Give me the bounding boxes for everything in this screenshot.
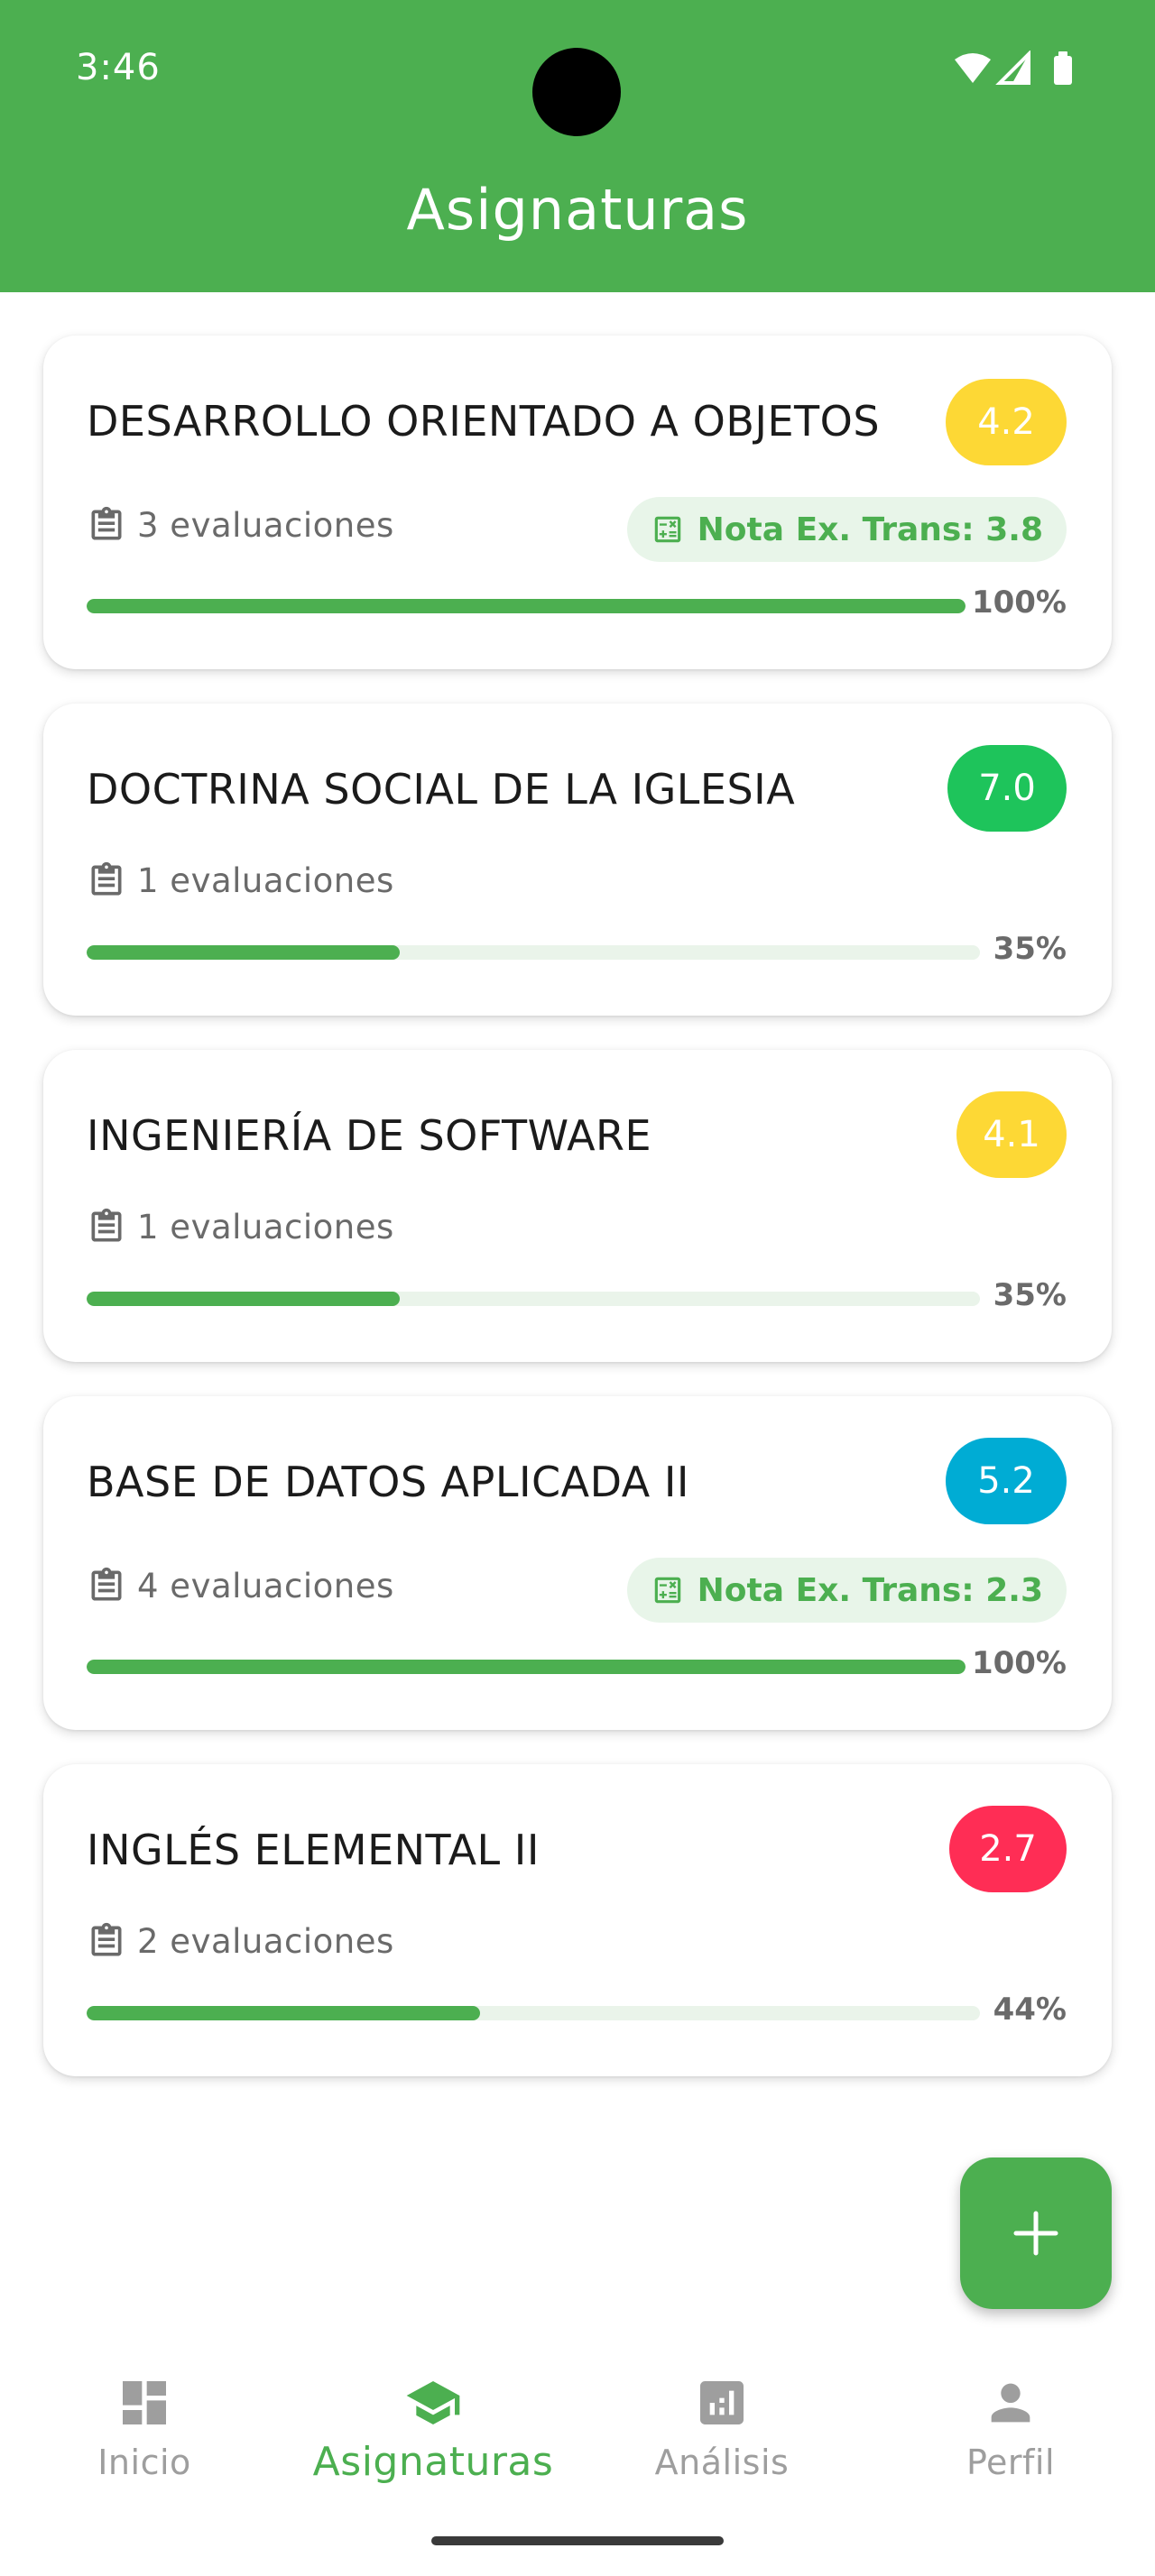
home-indicator[interactable] [431, 2536, 724, 2545]
nav-item-perfil[interactable]: Perfil [866, 2374, 1155, 2518]
dashboard-icon [123, 2381, 166, 2424]
subject-name: DESARROLLO ORIENTADO A OBJETOS [87, 397, 881, 446]
grade-badge: 2.7 [949, 1806, 1067, 1892]
evaluations-count: 1 evaluaciones [87, 860, 394, 900]
subject-card[interactable]: INGENIERÍA DE SOFTWARE 4.1 1 evaluacione… [43, 1050, 1112, 1362]
clipboard-icon [91, 1567, 122, 1601]
progress-fill [87, 2006, 480, 2020]
evaluations-label: 4 evaluaciones [137, 1566, 394, 1605]
battery-icon [1054, 56, 1072, 85]
school-icon [406, 2381, 460, 2424]
grade-badge: 5.2 [946, 1438, 1067, 1524]
wifi-icon [955, 53, 991, 83]
calculator-icon [654, 1577, 680, 1604]
subject-card[interactable]: INGLÉS ELEMENTAL II 2.7 2 evaluaciones 4… [43, 1764, 1112, 2076]
nav-label: Perfil [966, 2443, 1056, 2482]
evaluations-count: 3 evaluaciones [87, 505, 394, 545]
progress-percent: 100% [971, 584, 1067, 621]
nav-label: Análisis [654, 2443, 790, 2482]
grade-badge: 4.1 [956, 1091, 1067, 1178]
progress-bar [87, 1292, 980, 1306]
clipboard-icon [91, 1208, 122, 1242]
clipboard-icon [91, 506, 122, 540]
clipboard-icon [91, 861, 122, 896]
page-title: Asignaturas [406, 177, 749, 243]
analytics-icon [700, 2381, 744, 2424]
grade-badge: 4.2 [946, 379, 1067, 465]
progress-percent: 35% [993, 1277, 1067, 1313]
transition-grade-chip: Nota Ex. Trans: 3.8 [626, 497, 1067, 562]
subject-name: BASE DE DATOS APLICADA II [87, 1458, 689, 1506]
grade-badge: 7.0 [947, 745, 1067, 832]
progress-percent: 100% [971, 1645, 1067, 1681]
progress-fill [87, 945, 400, 960]
subject-name: DOCTRINA SOCIAL DE LA IGLESIA [87, 765, 796, 814]
subject-card[interactable]: DOCTRINA SOCIAL DE LA IGLESIA 7.0 1 eval… [43, 704, 1112, 1016]
status-time: 3:46 [76, 47, 161, 88]
transition-grade-label: Nota Ex. Trans: 3.8 [697, 511, 1043, 548]
progress-bar [87, 2006, 980, 2020]
subject-card[interactable]: BASE DE DATOS APLICADA II 5.2 4 evaluaci… [43, 1396, 1112, 1730]
nav-label: Inicio [97, 2443, 191, 2482]
progress-fill [87, 1292, 400, 1306]
subject-name: INGLÉS ELEMENTAL II [87, 1826, 540, 1874]
progress-percent: 44% [993, 1992, 1067, 2028]
status-icons [955, 51, 1072, 85]
progress-bar [87, 945, 980, 960]
evaluations-count: 2 evaluaciones [87, 1921, 394, 1961]
evaluations-label: 3 evaluaciones [137, 505, 394, 545]
evaluations-label: 2 evaluaciones [137, 1921, 394, 1961]
progress-fill [87, 599, 966, 613]
progress-fill [87, 1660, 966, 1674]
camera-cutout [532, 48, 621, 136]
progress-percent: 35% [993, 931, 1067, 967]
nav-item-inicio[interactable]: Inicio [0, 2374, 289, 2518]
app-bar: 3:46 Asignaturas [0, 0, 1155, 292]
evaluations-label: 1 evaluaciones [137, 1207, 394, 1247]
evaluations-count: 4 evaluaciones [87, 1566, 394, 1605]
evaluations-label: 1 evaluaciones [137, 860, 394, 900]
transition-grade-label: Nota Ex. Trans: 2.3 [697, 1571, 1043, 1609]
person-icon [991, 2383, 1030, 2423]
nav-item-analisis[interactable]: Análisis [578, 2374, 866, 2518]
plus-icon [1013, 2211, 1058, 2256]
add-subject-button[interactable] [960, 2157, 1112, 2309]
subject-card[interactable]: DESARROLLO ORIENTADO A OBJETOS 4.2 3 eva… [43, 336, 1112, 669]
progress-bar [87, 1660, 966, 1674]
progress-bar [87, 599, 966, 613]
nav-item-asignaturas[interactable]: Asignaturas [289, 2374, 578, 2518]
clipboard-icon [91, 1922, 122, 1956]
evaluations-count: 1 evaluaciones [87, 1207, 394, 1247]
calculator-icon [654, 516, 680, 543]
nav-label: Asignaturas [312, 2439, 554, 2485]
subject-name: INGENIERÍA DE SOFTWARE [87, 1111, 652, 1160]
transition-grade-chip: Nota Ex. Trans: 2.3 [626, 1558, 1067, 1623]
